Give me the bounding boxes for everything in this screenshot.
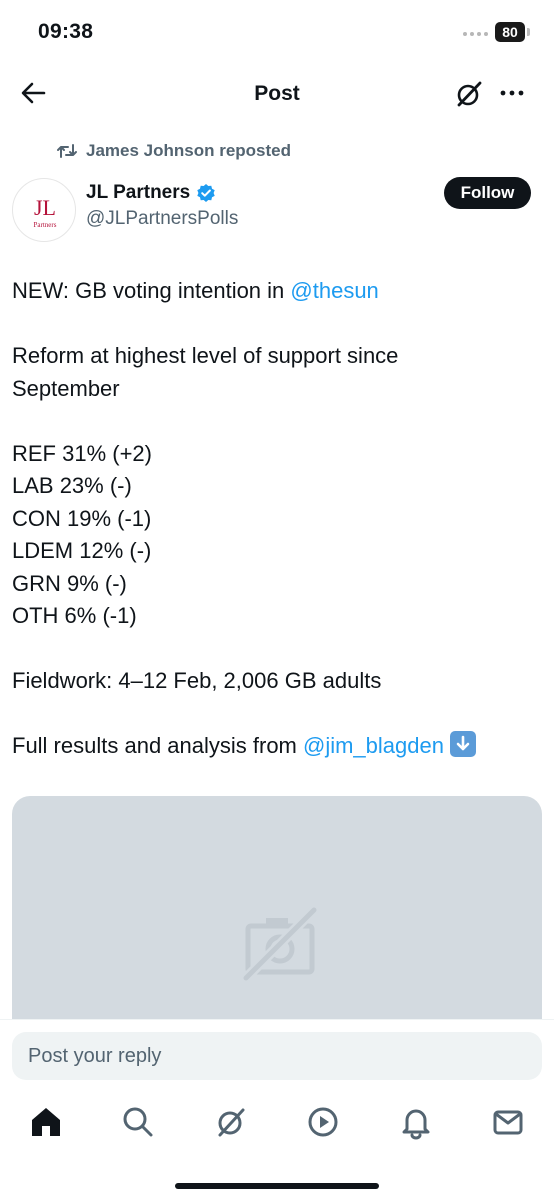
author-name[interactable]: JL Partners <box>86 182 216 204</box>
more-dots-icon[interactable] <box>497 78 527 108</box>
fieldwork-line: Fieldwork: 4–12 Feb, 2,006 GB adults <box>12 668 382 693</box>
result-line: GRN 9% (-) <box>12 570 127 596</box>
grok-nav-icon[interactable] <box>213 1104 249 1140</box>
post-header: Post <box>0 64 554 124</box>
grok-icon[interactable] <box>453 78 485 110</box>
repost-context[interactable]: James Johnson reposted <box>56 140 291 162</box>
mention-thesun[interactable]: @thesun <box>290 278 378 303</box>
result-line: LDEM 12% (-) <box>12 538 152 563</box>
full-results-line: Full results and analysis from @jim_blag… <box>12 730 542 763</box>
svg-text:JL: JL <box>34 195 56 220</box>
video-icon[interactable] <box>305 1104 341 1140</box>
post-intro-line: NEW: GB voting intention in @thesun <box>12 275 542 308</box>
poll-results: REF 31% (+2) LAB 23% (-) CON 19% (-1) LD… <box>12 438 542 633</box>
battery-icon: 80 <box>495 22 525 42</box>
status-time: 09:38 <box>38 20 94 43</box>
repost-text: James Johnson reposted <box>86 141 292 160</box>
post-intro: NEW: GB voting intention in <box>12 278 291 303</box>
bottom-nav <box>0 1086 554 1162</box>
result-line: LAB 23% (-) <box>12 473 132 498</box>
avatar[interactable]: JL Partners <box>12 178 76 242</box>
home-icon[interactable] <box>28 1104 64 1140</box>
down-arrow-emoji <box>450 731 477 757</box>
post-text: NEW: GB voting intention in @thesun Refo… <box>12 275 542 795</box>
post-media[interactable] <box>12 796 542 1036</box>
search-icon[interactable] <box>120 1104 156 1140</box>
post-headline-2: September <box>12 375 120 401</box>
full-results-text: Full results and analysis from <box>12 733 303 758</box>
jl-partners-logo: JL Partners <box>34 195 57 229</box>
post-headline-1: Reform at highest level of support since <box>12 343 399 368</box>
verified-badge-icon <box>197 184 215 202</box>
notifications-icon[interactable] <box>398 1104 434 1140</box>
svg-text:Partners: Partners <box>34 221 57 229</box>
signal-icon <box>463 32 488 36</box>
reply-input[interactable]: Post your reply <box>12 1032 542 1080</box>
result-line: REF 31% (+2) <box>12 440 152 466</box>
reply-bar: Post your reply <box>0 1019 554 1081</box>
repost-icon <box>57 144 77 158</box>
messages-icon[interactable] <box>490 1104 526 1140</box>
author-name-text: JL Partners <box>86 182 191 203</box>
image-unavailable-icon <box>242 906 318 982</box>
result-line: OTH 6% (-1) <box>12 603 137 628</box>
follow-button[interactable]: Follow <box>444 177 531 209</box>
author-handle[interactable]: @JLPartnersPolls <box>86 208 238 230</box>
home-indicator <box>175 1183 379 1189</box>
battery-tip <box>527 28 530 36</box>
mention-jim-blagden[interactable]: @jim_blagden <box>303 733 444 758</box>
result-line: CON 19% (-1) <box>12 505 152 531</box>
status-bar: 09:38 80 <box>0 0 554 64</box>
